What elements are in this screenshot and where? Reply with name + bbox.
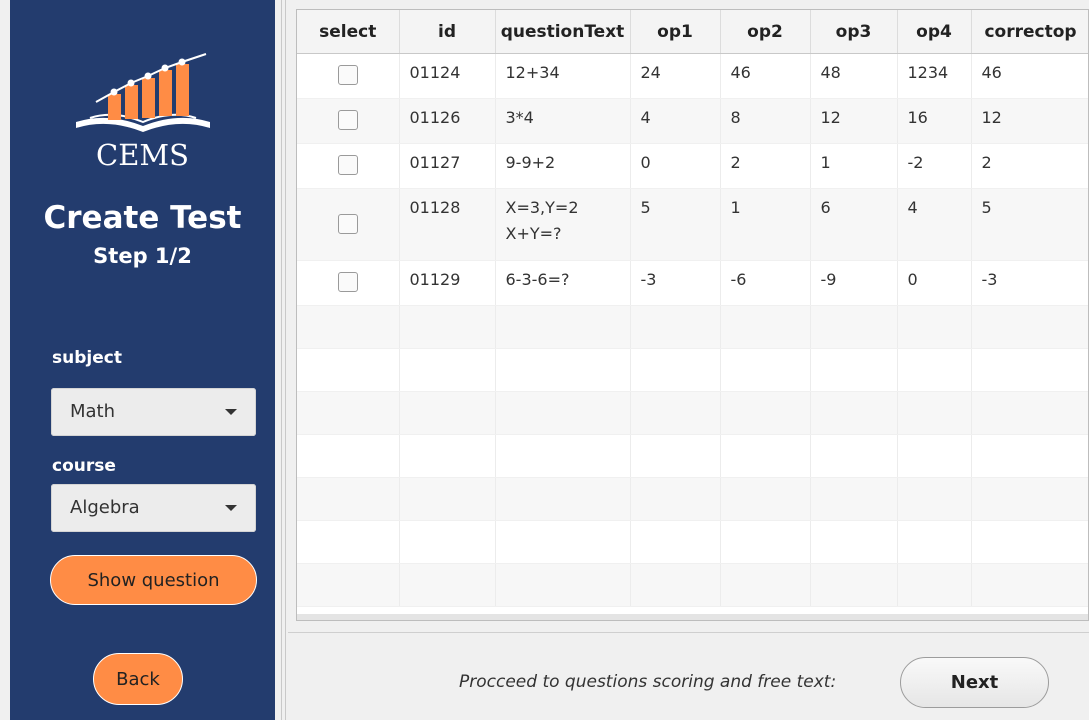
course-label: course xyxy=(52,456,116,476)
brand-name: CEMS xyxy=(96,138,189,172)
id-cell: 01129 xyxy=(399,260,496,306)
correctop-cell: 46 xyxy=(971,53,1088,99)
select-cell xyxy=(297,188,400,261)
select-cell xyxy=(297,260,400,306)
empty-row xyxy=(297,477,1088,521)
table-row[interactable]: 01127 9-9+2 0 2 1 -2 2 xyxy=(297,143,1088,189)
column-header-op1[interactable]: op1 xyxy=(630,10,721,54)
empty-row xyxy=(297,520,1088,564)
question-text-line: X=3,Y=2 xyxy=(505,198,579,217)
question-text-cell: 9-9+2 xyxy=(495,143,631,189)
question-text-line: 6-3-6=? xyxy=(505,270,570,289)
question-text-line: 3*4 xyxy=(505,108,534,127)
row-checkbox[interactable] xyxy=(337,272,358,292)
op1-cell: 24 xyxy=(630,53,721,99)
op3-cell: 12 xyxy=(810,98,898,144)
chevron-down-icon xyxy=(225,409,237,415)
column-header-question-text[interactable]: questionText xyxy=(495,10,631,54)
row-checkbox[interactable] xyxy=(337,110,358,130)
table-header-row: select id questionText op1 op2 op3 op4 c… xyxy=(297,10,1088,54)
question-text-cell: 6-3-6=? xyxy=(495,260,631,306)
column-header-op3[interactable]: op3 xyxy=(810,10,898,54)
table-row[interactable]: 01126 3*4 4 8 12 16 12 xyxy=(297,98,1088,144)
table-row[interactable]: 01129 6-3-6=? -3 -6 -9 0 -3 xyxy=(297,260,1088,306)
proceed-instruction: Procceed to questions scoring and free t… xyxy=(459,672,837,692)
op4-cell: 0 xyxy=(897,260,972,306)
op1-cell: -3 xyxy=(630,260,721,306)
column-header-correctop[interactable]: correctop xyxy=(971,10,1088,54)
op4-cell: 16 xyxy=(897,98,972,144)
divider xyxy=(285,0,286,720)
question-text-line: X+Y=? xyxy=(505,224,562,243)
empty-row xyxy=(297,434,1088,478)
op2-cell: 1 xyxy=(720,188,811,261)
correctop-cell: 5 xyxy=(971,188,1088,261)
empty-row xyxy=(297,563,1088,607)
question-text-line: 9-9+2 xyxy=(505,153,556,172)
table-row[interactable]: 01128 X=3,Y=2 X+Y=? 5 1 6 4 5 xyxy=(297,188,1088,261)
subject-dropdown[interactable]: Math xyxy=(51,388,256,436)
course-value: Algebra xyxy=(70,497,140,518)
subject-value: Math xyxy=(70,401,116,422)
row-checkbox[interactable] xyxy=(337,65,358,85)
id-cell: 01127 xyxy=(399,143,496,189)
show-question-button[interactable]: Show question xyxy=(50,555,257,605)
chevron-down-icon xyxy=(225,505,237,511)
column-header-op2[interactable]: op2 xyxy=(720,10,811,54)
subject-label: subject xyxy=(52,348,122,368)
column-header-op4[interactable]: op4 xyxy=(897,10,972,54)
page-title: Create Test xyxy=(43,200,242,236)
question-text-cell: 3*4 xyxy=(495,98,631,144)
empty-row xyxy=(297,348,1088,392)
op1-cell: 5 xyxy=(630,188,721,261)
question-text-line: 12+34 xyxy=(505,63,560,82)
op3-cell: 48 xyxy=(810,53,898,99)
questions-table[interactable]: select id questionText op1 op2 op3 op4 c… xyxy=(296,9,1089,621)
question-text-cell: 12+34 xyxy=(495,53,631,99)
op3-cell: 1 xyxy=(810,143,898,189)
empty-row xyxy=(297,305,1088,349)
select-cell xyxy=(297,53,400,99)
next-button[interactable]: Next xyxy=(900,657,1049,708)
op2-cell: 8 xyxy=(720,98,811,144)
op2-cell: -6 xyxy=(720,260,811,306)
select-cell xyxy=(297,143,400,189)
op2-cell: 2 xyxy=(720,143,811,189)
course-dropdown[interactable]: Algebra xyxy=(51,484,256,532)
op2-cell: 46 xyxy=(720,53,811,99)
id-cell: 01128 xyxy=(399,188,496,261)
op4-cell: 1234 xyxy=(897,53,972,99)
row-checkbox[interactable] xyxy=(337,155,358,175)
op3-cell: 6 xyxy=(810,188,898,261)
divider xyxy=(281,0,282,720)
select-cell xyxy=(297,98,400,144)
op1-cell: 0 xyxy=(630,143,721,189)
op4-cell: 4 xyxy=(897,188,972,261)
cems-logo-icon xyxy=(76,53,210,132)
op4-cell: -2 xyxy=(897,143,972,189)
correctop-cell: 2 xyxy=(971,143,1088,189)
id-cell: 01126 xyxy=(399,98,496,144)
id-cell: 01124 xyxy=(399,53,496,99)
empty-row xyxy=(297,391,1088,435)
op1-cell: 4 xyxy=(630,98,721,144)
step-indicator: Step 1/2 xyxy=(93,244,192,268)
column-header-id[interactable]: id xyxy=(399,10,496,54)
correctop-cell: -3 xyxy=(971,260,1088,306)
question-text-cell: X=3,Y=2 X+Y=? xyxy=(495,188,631,261)
row-checkbox[interactable] xyxy=(337,214,358,234)
footer-divider xyxy=(288,632,1089,633)
window-edge xyxy=(0,0,10,720)
back-button[interactable]: Back xyxy=(93,653,183,705)
column-header-select[interactable]: select xyxy=(297,10,400,54)
op3-cell: -9 xyxy=(810,260,898,306)
sidebar: CEMS Create Test Step 1/2 subject Math c… xyxy=(10,0,275,720)
correctop-cell: 12 xyxy=(971,98,1088,144)
table-row[interactable]: 01124 12+34 24 46 48 1234 46 xyxy=(297,53,1088,99)
